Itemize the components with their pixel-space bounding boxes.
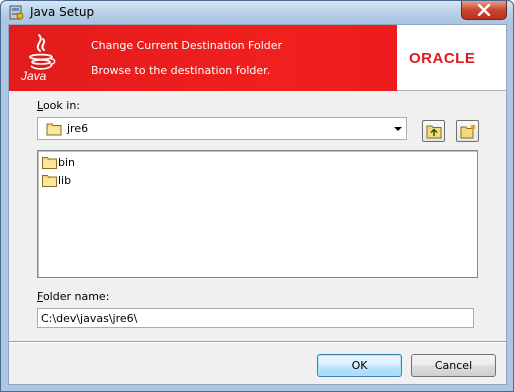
folder-up-icon [426, 125, 442, 139]
window-title: Java Setup [30, 5, 95, 19]
folder-icon [42, 157, 57, 169]
folder-name-field[interactable]: C:\dev\javas\jre6\ [37, 308, 474, 328]
header-banner: Java Change Current Destination Folder B… [9, 25, 506, 91]
close-button[interactable] [461, 1, 507, 20]
divider [9, 341, 506, 343]
new-folder-icon [460, 124, 476, 139]
close-icon [477, 4, 491, 16]
look-in-selected-value: jre6 [67, 122, 89, 135]
list-item-label: bin [58, 156, 76, 169]
folder-list[interactable]: bin lib [37, 150, 478, 278]
installer-icon [9, 5, 24, 20]
title-bar[interactable]: Java Setup [1, 1, 513, 23]
java-setup-window: Java Setup Java Change Current Destinati… [0, 0, 514, 392]
ok-button[interactable]: OK [317, 354, 402, 377]
look-in-dropdown[interactable]: jre6 [37, 117, 407, 140]
look-in-label: Look in: [37, 99, 80, 112]
dialog-client-area: Java Change Current Destination Folder B… [8, 24, 507, 385]
banner-red-panel: Java Change Current Destination Folder B… [9, 25, 397, 91]
folder-name-label: Folder name: [37, 290, 110, 303]
list-item-label: lib [58, 174, 72, 187]
chevron-down-icon[interactable] [394, 127, 402, 131]
banner-heading: Change Current Destination Folder [91, 39, 283, 52]
up-one-level-button[interactable] [422, 120, 445, 142]
folder-icon [42, 175, 57, 187]
oracle-logo: ORACLE [409, 50, 476, 67]
cancel-button[interactable]: Cancel [411, 354, 496, 377]
new-folder-button[interactable] [456, 120, 479, 142]
java-logo-text: Java [21, 69, 47, 83]
banner-subheading: Browse to the destination folder. [91, 64, 271, 77]
folder-icon [46, 123, 62, 136]
